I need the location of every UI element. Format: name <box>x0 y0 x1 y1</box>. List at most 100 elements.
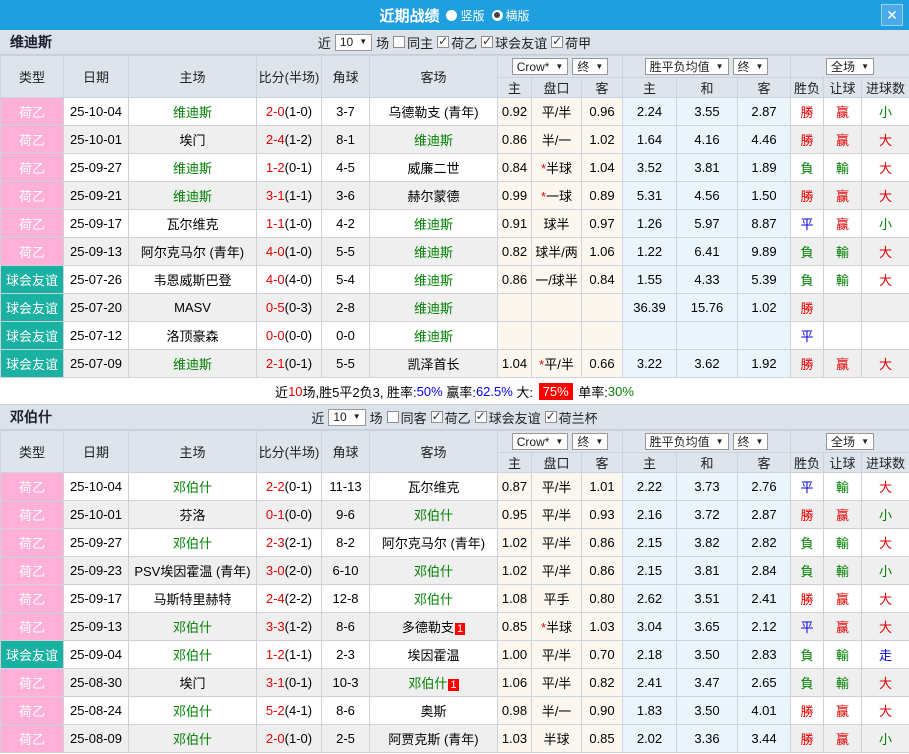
odds-handicap: 一/球半 <box>532 266 582 294</box>
fullmatch-select[interactable]: 全场▼ <box>826 433 874 450</box>
avg-select[interactable]: 胜平负均值▼ <box>645 58 729 75</box>
league-checkbox-0[interactable]: 荷乙 <box>437 33 477 52</box>
team-link[interactable]: 赫尔蒙德 <box>407 189 459 204</box>
odds-final-select[interactable]: 终▼ <box>572 433 608 450</box>
league-checkbox-1[interactable]: 球会友谊 <box>475 408 541 427</box>
odds-company-select-label: Crow* <box>517 434 550 450</box>
match-count-select[interactable]: 10▼ <box>335 34 372 51</box>
team-link[interactable]: 乌德勒支 (青年) <box>388 105 478 120</box>
team-link[interactable]: 埃门 <box>179 676 205 691</box>
home-team-cell: 邓伯什 <box>129 641 257 669</box>
league-checkbox-0-label: 荷乙 <box>445 408 471 427</box>
team-link[interactable]: 埃门 <box>179 133 205 148</box>
avg-draw: 3.81 <box>677 557 738 585</box>
team-link[interactable]: 维迪斯 <box>414 133 453 148</box>
result-goals: 大 <box>862 613 909 641</box>
score-cell: 2-0(1-0) <box>257 725 322 753</box>
odds-home: 0.85 <box>498 613 532 641</box>
league-checkbox-0[interactable]: 荷乙 <box>431 408 471 427</box>
away-team-cell: 埃因霍温 <box>370 641 498 669</box>
team-link[interactable]: 瓦尔维克 <box>166 217 218 232</box>
sub-col-header-2: 客 <box>582 453 623 473</box>
same-venue-checkbox[interactable]: 同主 <box>393 33 433 52</box>
odds-company-select[interactable]: Crow*▼ <box>512 58 569 75</box>
team-link[interactable]: 邓伯什 <box>173 648 212 663</box>
avg-select[interactable]: 胜平负均值▼ <box>645 433 729 450</box>
match-row: 荷乙25-09-13邓伯什3-3(1-2)8-6多德勒支10.85*半球1.03… <box>1 613 909 641</box>
avg-final-select[interactable]: 终▼ <box>733 58 769 75</box>
team-link[interactable]: MASV <box>174 300 211 315</box>
league-checkbox-2[interactable]: 荷甲 <box>551 33 591 52</box>
league-checkbox-2[interactable]: 荷兰杯 <box>545 408 598 427</box>
team-link[interactable]: 阿贾克斯 (青年) <box>388 732 478 747</box>
team-link[interactable]: 邓伯什 <box>173 620 212 635</box>
team-link[interactable]: 奥斯 <box>420 704 446 719</box>
team-link[interactable]: 威廉二世 <box>407 161 459 176</box>
avg-draw: 3.62 <box>677 350 738 378</box>
team-link[interactable]: 邓伯什 <box>408 676 447 691</box>
team-link[interactable]: 多德勒支 <box>402 620 454 635</box>
result-goals: 大 <box>862 154 909 182</box>
same-venue-checkbox[interactable]: 同客 <box>387 408 427 427</box>
corners-cell: 11-13 <box>322 473 370 501</box>
team-link[interactable]: 邓伯什 <box>173 536 212 551</box>
team-link[interactable]: 马斯特里赫特 <box>153 592 231 607</box>
avg-final-select[interactable]: 终▼ <box>733 433 769 450</box>
team-link[interactable]: 阿尔克马尔 (青年) <box>382 536 485 551</box>
radio-vertical-layout[interactable]: 竖版 <box>446 7 484 24</box>
card-badge: 1 <box>448 679 458 691</box>
match-row: 球会友谊25-07-09维迪斯2-1(0-1)5-5凯泽首长1.04*平/半0.… <box>1 350 909 378</box>
odds-final-select[interactable]: 终▼ <box>572 58 608 75</box>
avg-away: 2.65 <box>738 669 791 697</box>
team-link[interactable]: 邓伯什 <box>414 592 453 607</box>
team-link[interactable]: 维迪斯 <box>173 357 212 372</box>
team-link[interactable]: 维迪斯 <box>173 189 212 204</box>
star-marker: * <box>541 620 546 635</box>
odds-home: 0.82 <box>498 238 532 266</box>
odds-home: 0.86 <box>498 266 532 294</box>
team-link[interactable]: 凯泽首长 <box>407 357 459 372</box>
fullmatch-select[interactable]: 全场▼ <box>826 58 874 75</box>
team-link[interactable]: 邓伯什 <box>414 508 453 523</box>
team-link[interactable]: 维迪斯 <box>414 273 453 288</box>
summary-part: 赢率: <box>443 382 476 401</box>
match-row: 荷乙25-09-27维迪斯1-2(0-1)4-5威廉二世0.84*半球1.043… <box>1 154 909 182</box>
odds-company-select[interactable]: Crow*▼ <box>512 433 569 450</box>
team-link[interactable]: 埃因霍温 <box>407 648 459 663</box>
team-link[interactable]: PSV埃因霍温 (青年) <box>134 564 250 579</box>
home-team-cell: 邓伯什 <box>129 613 257 641</box>
result-goals: 大 <box>862 126 909 154</box>
team-link[interactable]: 邓伯什 <box>173 480 212 495</box>
team-link[interactable]: 瓦尔维克 <box>407 480 459 495</box>
home-team-cell: 维迪斯 <box>129 98 257 126</box>
team-link[interactable]: 邓伯什 <box>414 564 453 579</box>
checkbox-icon <box>481 36 493 48</box>
match-row: 荷乙25-09-21维迪斯3-1(1-1)3-6赫尔蒙德0.99*一球0.895… <box>1 182 909 210</box>
result-goals: 大 <box>862 182 909 210</box>
team-link[interactable]: 维迪斯 <box>173 105 212 120</box>
match-date: 25-09-17 <box>64 585 129 613</box>
team-link[interactable]: 邓伯什 <box>173 732 212 747</box>
team-link[interactable]: 维迪斯 <box>173 161 212 176</box>
team-link[interactable]: 阿尔克马尔 (青年) <box>141 245 244 260</box>
close-button[interactable]: ✕ <box>881 4 903 26</box>
team-link[interactable]: 维迪斯 <box>414 301 453 316</box>
team-link[interactable]: 韦恩威斯巴登 <box>153 273 231 288</box>
team-link[interactable]: 维迪斯 <box>414 329 453 344</box>
home-team-cell: 韦恩威斯巴登 <box>129 266 257 294</box>
league-checkbox-1[interactable]: 球会友谊 <box>481 33 547 52</box>
team-link[interactable]: 维迪斯 <box>414 245 453 260</box>
team-link[interactable]: 维迪斯 <box>414 217 453 232</box>
team-link[interactable]: 芬洛 <box>179 508 205 523</box>
home-team-cell: 邓伯什 <box>129 529 257 557</box>
avg-draw: 4.16 <box>677 126 738 154</box>
sub-col-header-0: 主 <box>498 78 532 98</box>
avg-select-label: 胜平负均值 <box>650 59 710 75</box>
team-link[interactable]: 邓伯什 <box>173 704 212 719</box>
odds-away: 1.06 <box>582 238 623 266</box>
team-link[interactable]: 洛顶豪森 <box>166 329 218 344</box>
halftime-score: (2-0) <box>285 563 312 578</box>
match-count-select[interactable]: 10▼ <box>328 409 365 426</box>
radio-horizontal-layout[interactable]: 横版 <box>492 7 530 24</box>
avg-home: 2.22 <box>623 473 677 501</box>
